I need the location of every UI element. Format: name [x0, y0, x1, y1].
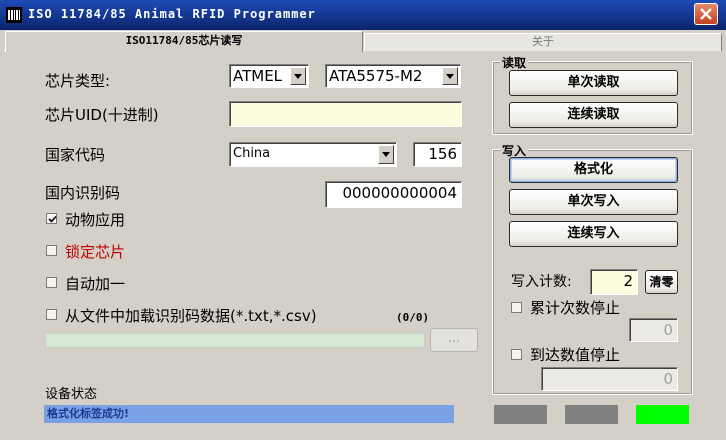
chevron-down-icon: [446, 74, 454, 79]
chevron-down-icon: [294, 74, 302, 79]
close-icon: [700, 8, 712, 20]
device-status-label: 设备状态: [45, 387, 98, 402]
close-button[interactable]: [694, 3, 718, 25]
file-progress-count: (0/0): [396, 311, 430, 324]
chip-model-select[interactable]: ATA5575-M2: [325, 64, 461, 88]
device-status-message: 格式化标签成功!: [44, 405, 454, 423]
checkmark-icon: [48, 215, 57, 223]
stop-at-value-label: 到达数值停止: [530, 346, 621, 364]
country-value: China: [233, 146, 271, 161]
stop-cumulative-label: 累计次数停止: [530, 299, 621, 317]
chip-model-value: ATA5575-M2: [329, 67, 423, 85]
national-id-field[interactable]: 000000000004: [325, 181, 462, 208]
dropdown-button[interactable]: [378, 145, 394, 164]
stop-cumulative-field[interactable]: 0: [629, 318, 678, 342]
chip-uid-label: 芯片UID(十进制): [45, 106, 159, 124]
country-code-field[interactable]: 156: [413, 142, 462, 167]
chip-uid-field[interactable]: [229, 101, 462, 127]
auto-increment-checkbox[interactable]: [46, 277, 57, 288]
national-id-label: 国内识别码: [45, 184, 121, 202]
animal-use-label: 动物应用: [65, 211, 126, 229]
status-indicator-3: [636, 405, 689, 424]
write-count-label: 写入计数:: [511, 274, 572, 290]
write-count-field[interactable]: 2: [590, 269, 638, 295]
browse-file-button[interactable]: ...: [430, 328, 478, 352]
continuous-write-button[interactable]: 连续写入: [509, 221, 678, 247]
title-bar: ISO 11784/85 Animal RFID Programmer: [0, 0, 726, 30]
file-progress-bar: [45, 333, 425, 348]
dropdown-button[interactable]: [442, 67, 458, 85]
continuous-read-button[interactable]: 连续读取: [509, 102, 678, 128]
animal-use-checkbox[interactable]: [46, 213, 57, 224]
country-select[interactable]: China: [229, 142, 397, 167]
lock-chip-checkbox[interactable]: [46, 245, 57, 256]
app-icon: [6, 7, 22, 23]
dropdown-button[interactable]: [290, 67, 306, 85]
stop-at-value-field[interactable]: 0: [541, 367, 678, 391]
single-read-button[interactable]: 单次读取: [509, 70, 678, 96]
tab-about[interactable]: 关于: [364, 33, 722, 51]
format-button[interactable]: 格式化: [509, 157, 678, 183]
status-indicator-2: [565, 405, 618, 424]
window-title: ISO 11784/85 Animal RFID Programmer: [28, 7, 316, 21]
chip-type-label: 芯片类型:: [45, 72, 111, 90]
load-from-file-checkbox[interactable]: [46, 309, 57, 320]
stop-cumulative-checkbox[interactable]: [511, 302, 522, 313]
chip-vendor-value: ATMEL: [233, 67, 283, 85]
clear-count-button[interactable]: 清零: [645, 270, 678, 294]
lock-chip-label: 锁定芯片: [65, 243, 126, 261]
read-group-title: 读取: [500, 54, 529, 71]
auto-increment-label: 自动加一: [65, 275, 126, 293]
country-code-label: 国家代码: [45, 146, 106, 164]
chip-vendor-select[interactable]: ATMEL: [229, 64, 309, 88]
status-indicator-1: [494, 405, 547, 424]
chevron-down-icon: [382, 152, 390, 157]
single-write-button[interactable]: 单次写入: [509, 189, 678, 215]
load-from-file-label: 从文件中加载识别码数据(*.txt,*.csv): [65, 307, 317, 325]
tab-chip-read-write[interactable]: ISO11784/85芯片读写: [5, 31, 363, 52]
stop-at-value-checkbox[interactable]: [511, 349, 522, 360]
